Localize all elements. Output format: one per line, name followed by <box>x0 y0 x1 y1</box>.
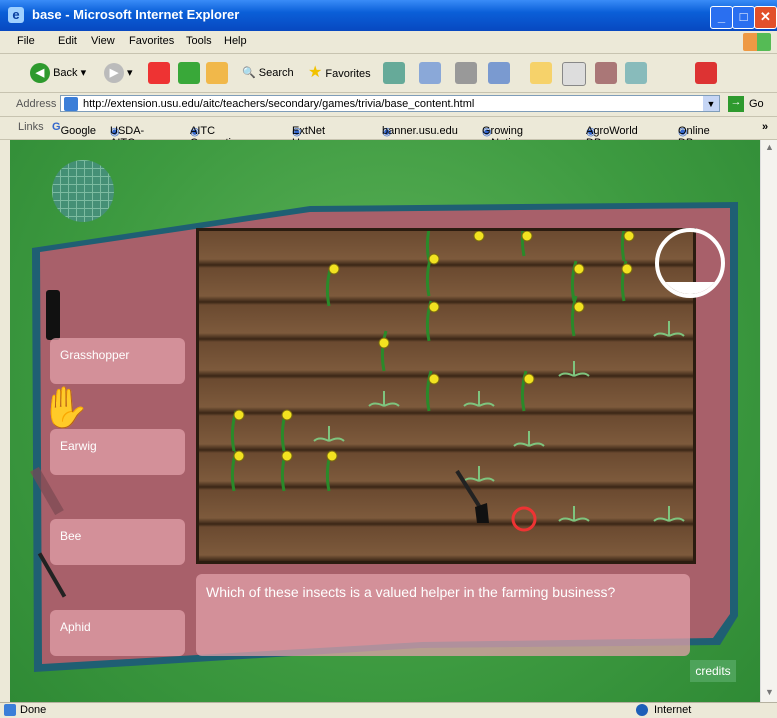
menu-favorites[interactable]: Favorites <box>129 35 174 47</box>
menu-tools[interactable]: Tools <box>186 35 212 47</box>
history-icon[interactable] <box>383 62 405 84</box>
answer-grasshopper[interactable]: Grasshopper <box>50 338 185 384</box>
go-button[interactable]: Go <box>749 98 764 110</box>
spray-bottle-icon[interactable] <box>46 290 60 340</box>
plant-sprites <box>230 231 628 492</box>
edit-icon[interactable] <box>488 62 510 84</box>
address-label: Address <box>16 98 57 110</box>
toolbar: ◀ Back ▾ ▶ ▾ 🔍 Search ★ Favorites <box>0 54 777 93</box>
back-button[interactable]: ◀ Back ▾ <box>30 62 86 84</box>
link-google[interactable]: G Google <box>52 121 96 137</box>
home-icon[interactable] <box>206 62 228 84</box>
links-label: Links <box>18 121 44 133</box>
forward-arrow-icon: ▶ <box>104 63 124 84</box>
question-text: Which of these insects is a valued helpe… <box>196 574 690 656</box>
target-marker-icon <box>511 506 537 532</box>
page-status-icon <box>4 704 16 716</box>
seedling-sprites <box>313 321 685 522</box>
menu-view[interactable]: View <box>91 35 115 47</box>
messenger-icon[interactable] <box>562 62 586 86</box>
maximize-button[interactable]: □ <box>732 6 755 29</box>
address-dropdown-icon[interactable]: ▼ <box>703 96 719 111</box>
answer-aphid[interactable]: Aphid <box>50 610 185 656</box>
search-label: Search <box>258 67 294 79</box>
ie-logo-icon: e <box>8 7 24 23</box>
folder-icon[interactable] <box>530 62 552 84</box>
back-arrow-icon: ◀ <box>30 63 50 84</box>
windows-logo-icon <box>743 33 771 51</box>
status-bar: Done Internet <box>0 702 777 718</box>
back-label: Back <box>53 67 78 79</box>
address-url: http://extension.usu.edu/aitc/teachers/s… <box>83 98 475 110</box>
search-button[interactable]: 🔍 Search <box>242 62 294 84</box>
scroll-down-icon[interactable]: ▼ <box>763 687 776 700</box>
links-bar: Links G Google ◉ USDA-AITC ◉ AITC Consor… <box>0 117 777 149</box>
window-titlebar[interactable]: e base - Microsoft Internet Explorer _ □… <box>0 0 777 31</box>
menu-edit[interactable]: Edit <box>58 35 77 47</box>
close-button[interactable]: ✕ <box>754 6 777 29</box>
glove-icon[interactable]: ✋ <box>40 384 90 431</box>
mail-icon[interactable] <box>419 62 441 84</box>
menu-help[interactable]: Help <box>224 35 247 47</box>
refresh-icon[interactable] <box>178 62 200 84</box>
search-icon: 🔍 <box>242 67 256 79</box>
link-label: banner.usu.edu <box>382 125 458 137</box>
zone-text: Internet <box>654 704 692 716</box>
menu-bar: File Edit View Favorites Tools Help <box>0 31 777 54</box>
credits-button[interactable]: credits <box>690 660 736 682</box>
print-icon[interactable] <box>455 62 477 84</box>
contacts-icon[interactable] <box>625 62 647 84</box>
answer-earwig[interactable]: Earwig <box>50 429 185 475</box>
water-gauge-icon <box>655 228 725 298</box>
scroll-up-icon[interactable]: ▲ <box>763 142 776 155</box>
minimize-button[interactable]: _ <box>710 6 733 29</box>
research-icon[interactable] <box>595 62 617 84</box>
favorites-label: Favorites <box>325 68 371 80</box>
favorites-button[interactable]: ★ Favorites <box>308 62 371 84</box>
forward-button[interactable]: ▶ ▾ <box>104 62 133 84</box>
stop-icon[interactable] <box>148 62 170 84</box>
star-icon: ★ <box>308 64 323 81</box>
page-icon <box>64 97 78 111</box>
game-content: ✋ Grasshopper Earwig Bee Aphid Which of … <box>10 140 760 702</box>
menu-file[interactable]: File <box>17 35 35 47</box>
link-label: Google <box>60 125 97 137</box>
pdf-icon[interactable] <box>695 62 717 84</box>
crop-field <box>196 228 696 564</box>
answer-bee[interactable]: Bee <box>50 519 185 565</box>
vertical-scrollbar[interactable]: ▲ ▼ <box>760 140 777 702</box>
globe-icon <box>636 704 648 716</box>
status-text: Done <box>20 704 47 716</box>
address-input[interactable]: http://extension.usu.edu/aitc/teachers/s… <box>60 95 720 112</box>
go-arrow-icon[interactable]: → <box>728 96 744 112</box>
window-title: base - Microsoft Internet Explorer <box>32 7 240 22</box>
links-overflow-icon[interactable]: » <box>762 121 768 133</box>
address-bar: Address http://extension.usu.edu/aitc/te… <box>0 93 777 117</box>
